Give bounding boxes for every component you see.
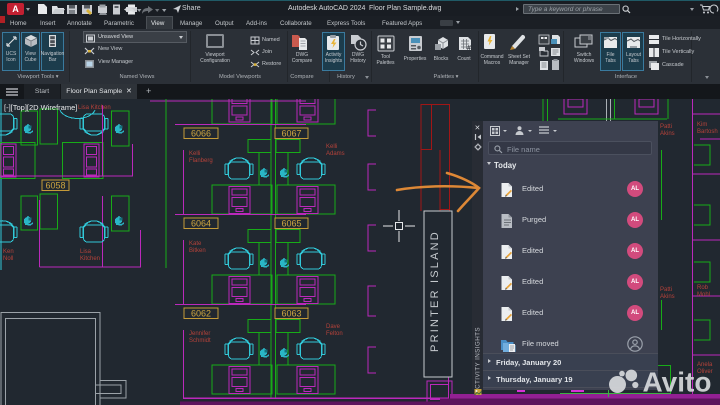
svg-text:Kelli: Kelli: [326, 144, 337, 150]
svg-text:Flanberg: Flanberg: [189, 158, 213, 164]
svg-text:[-][Top][2D Wireframe]: [-][Top][2D Wireframe]: [4, 103, 77, 112]
svg-text:Mohl: Mohl: [697, 292, 710, 298]
svg-text:PRINTER ISLAND: PRINTER ISLAND: [429, 230, 441, 352]
svg-text:Dave: Dave: [326, 324, 341, 330]
svg-text:Jennifer: Jennifer: [189, 331, 210, 337]
svg-text:Kelli: Kelli: [189, 151, 200, 157]
svg-text:#: #: [467, 45, 471, 52]
svg-text:Lisa: Lisa: [80, 249, 92, 255]
svg-text:Kitchen: Kitchen: [80, 256, 100, 262]
svg-text:Avito: Avito: [643, 367, 712, 398]
svg-text:6065: 6065: [281, 219, 301, 229]
svg-text:Schmidt: Schmidt: [189, 338, 211, 344]
svg-text:Bitken: Bitken: [189, 248, 206, 254]
svg-text:6064: 6064: [191, 219, 211, 229]
svg-text:Akins: Akins: [660, 294, 675, 300]
svg-text:Patti: Patti: [660, 287, 672, 293]
svg-text:Bartosh: Bartosh: [697, 129, 718, 135]
svg-text:Patti: Patti: [660, 124, 672, 130]
svg-text:Ken: Ken: [3, 249, 14, 255]
svg-text:Felton: Felton: [326, 331, 343, 337]
svg-text:6067: 6067: [281, 129, 301, 139]
svg-text:Noll: Noll: [3, 256, 13, 262]
svg-text:6062: 6062: [191, 309, 211, 319]
svg-text:Kim: Kim: [697, 122, 707, 128]
svg-text:Kate: Kate: [189, 241, 202, 247]
svg-text:6063: 6063: [281, 309, 301, 319]
svg-text:Akins: Akins: [660, 131, 675, 137]
svg-text:Rob: Rob: [697, 285, 709, 291]
svg-text:6058: 6058: [45, 181, 65, 191]
svg-text:Adams: Adams: [326, 151, 345, 157]
svg-text:Lisa Kitchen: Lisa Kitchen: [78, 105, 111, 111]
svg-text:6066: 6066: [191, 129, 211, 139]
